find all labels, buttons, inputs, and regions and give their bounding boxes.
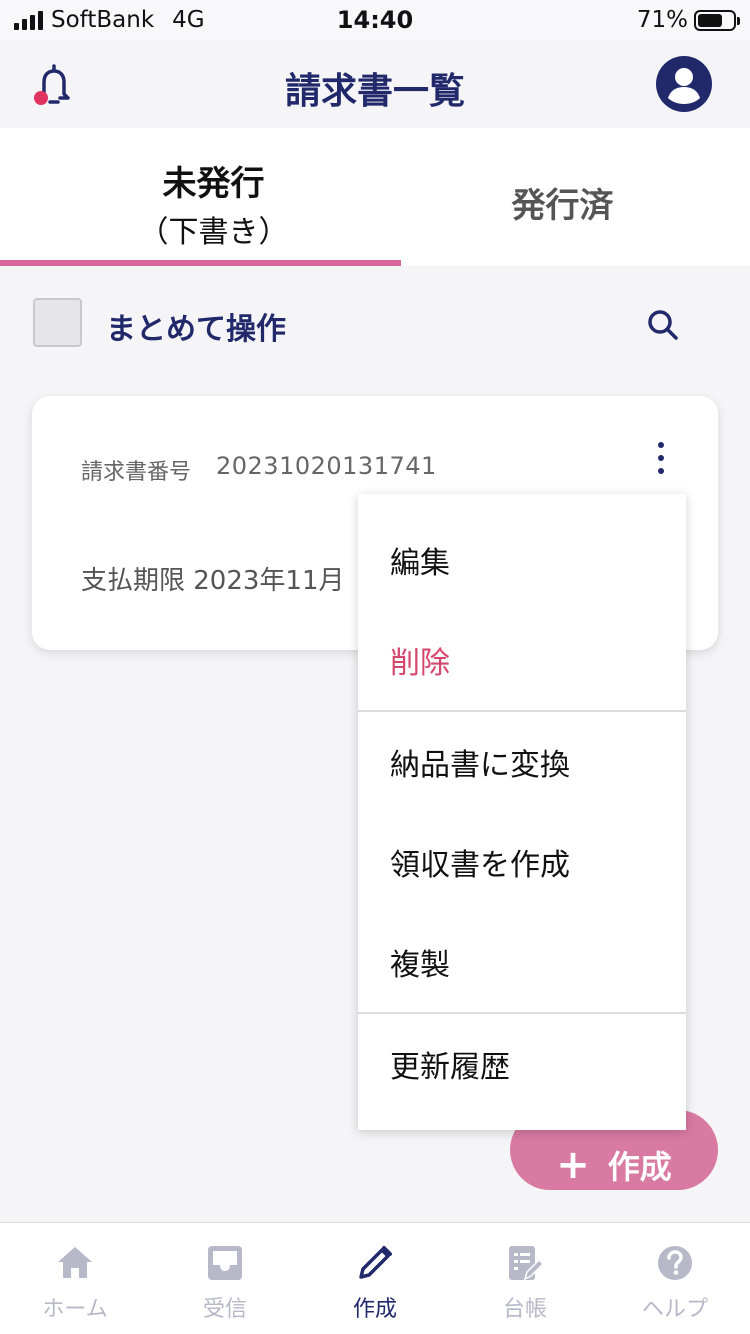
context-menu: 編集 削除 納品書に変換 領収書を作成 複製 更新履歴 bbox=[358, 494, 686, 1130]
ledger-icon bbox=[509, 1246, 545, 1281]
plus-icon: + bbox=[556, 1142, 590, 1188]
app-header: 請求書一覧 bbox=[0, 40, 750, 128]
invoice-number-label: 請求書番号 bbox=[81, 460, 192, 485]
more-vert-icon[interactable] bbox=[652, 440, 670, 476]
bulk-operation-row: まとめて操作 bbox=[0, 290, 750, 360]
bottom-nav: ホーム 受信 作成 台帳 ヘルプ bbox=[0, 1222, 750, 1334]
account-icon[interactable] bbox=[656, 56, 712, 112]
nav-label-ledger: 台帳 bbox=[502, 1297, 547, 1322]
nav-label-create: 作成 bbox=[352, 1297, 397, 1322]
status-right: 71% bbox=[636, 7, 740, 33]
status-bar: SoftBank 4G 14:40 71% bbox=[0, 0, 750, 40]
nav-label-help: ヘルプ bbox=[641, 1297, 708, 1322]
pencil-icon bbox=[359, 1246, 392, 1279]
menu-item-create-receipt[interactable]: 領収書を作成 bbox=[358, 812, 686, 912]
search-icon[interactable] bbox=[638, 300, 688, 350]
tab-unissued-label: 未発行 bbox=[162, 164, 265, 204]
tab-unissued-sublabel: （下書き） bbox=[138, 215, 289, 250]
tab-unissued[interactable]: 未発行 （下書き） bbox=[26, 128, 401, 266]
nav-item-create[interactable]: 作成 bbox=[300, 1223, 450, 1334]
due-date: 支払期限 2023年11月 bbox=[81, 566, 345, 596]
nav-item-ledger[interactable]: 台帳 bbox=[450, 1223, 600, 1334]
fab-label: 作成 bbox=[607, 1148, 672, 1186]
tab-issued-label: 発行済 bbox=[511, 186, 614, 226]
nav-item-inbox[interactable]: 受信 bbox=[150, 1223, 300, 1334]
inbox-icon bbox=[208, 1246, 242, 1280]
menu-item-edit[interactable]: 編集 bbox=[358, 510, 686, 610]
tab-bar: 未発行 （下書き） 発行済 bbox=[0, 128, 750, 266]
active-tab-indicator bbox=[0, 260, 401, 266]
menu-item-duplicate[interactable]: 複製 bbox=[358, 912, 686, 1012]
help-icon bbox=[658, 1246, 692, 1280]
battery-icon bbox=[694, 9, 740, 31]
bulk-operation-label: まとめて操作 bbox=[106, 312, 286, 347]
invoice-number: 20231020131741 bbox=[216, 452, 437, 480]
tab-issued[interactable]: 発行済 bbox=[375, 128, 750, 266]
battery-percent: 71% bbox=[636, 7, 688, 33]
home-icon bbox=[58, 1247, 92, 1278]
bulk-select-checkbox[interactable] bbox=[33, 298, 82, 347]
menu-item-delete[interactable]: 削除 bbox=[358, 610, 686, 710]
menu-item-history[interactable]: 更新履歴 bbox=[358, 1014, 686, 1114]
nav-label-inbox: 受信 bbox=[202, 1297, 247, 1322]
menu-item-convert-delivery[interactable]: 納品書に変換 bbox=[358, 712, 686, 812]
nav-label-home: ホーム bbox=[42, 1297, 108, 1322]
card-blank-area bbox=[302, 510, 362, 546]
nav-item-help[interactable]: ヘルプ bbox=[600, 1223, 750, 1334]
nav-item-home[interactable]: ホーム bbox=[0, 1223, 150, 1334]
page-title: 請求書一覧 bbox=[284, 71, 465, 112]
